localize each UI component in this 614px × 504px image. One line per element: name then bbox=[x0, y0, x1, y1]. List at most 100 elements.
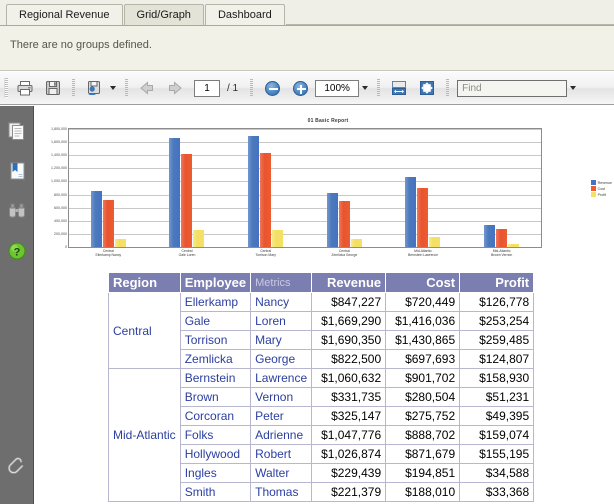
cost-cell[interactable]: $194,851 bbox=[386, 464, 460, 483]
export-button[interactable] bbox=[81, 75, 107, 101]
employee-last-name-cell[interactable]: Corcoran bbox=[180, 407, 250, 426]
employee-last-name-cell[interactable]: Zemlicka bbox=[180, 350, 250, 369]
bookmarks-icon[interactable] bbox=[4, 158, 30, 184]
revenue-cell[interactable]: $1,060,632 bbox=[312, 369, 386, 388]
table-row[interactable]: Mid-AtlanticBernsteinLawrence$1,060,632$… bbox=[109, 369, 534, 388]
profit-cell[interactable]: $253,254 bbox=[460, 312, 534, 331]
column-header-cost[interactable]: Cost bbox=[386, 273, 460, 293]
previous-page-button[interactable] bbox=[134, 75, 160, 101]
employee-first-name-cell[interactable]: Vernon bbox=[251, 388, 312, 407]
revenue-cell[interactable]: $822,500 bbox=[312, 350, 386, 369]
employee-last-name-cell[interactable]: Bernstein bbox=[180, 369, 250, 388]
revenue-cell[interactable]: $1,026,874 bbox=[312, 445, 386, 464]
profit-cell[interactable]: $124,807 bbox=[460, 350, 534, 369]
groups-message-text: There are no groups defined. bbox=[10, 39, 152, 51]
profit-cell[interactable]: $34,588 bbox=[460, 464, 534, 483]
employee-first-name-cell[interactable]: Thomas bbox=[251, 483, 312, 502]
revenue-cell[interactable]: $847,227 bbox=[312, 293, 386, 312]
employee-first-name-cell[interactable]: Peter bbox=[251, 407, 312, 426]
employee-first-name-cell[interactable]: Adrienne bbox=[251, 426, 312, 445]
chart-legend-swatch bbox=[591, 192, 596, 197]
profit-cell[interactable]: $33,368 bbox=[460, 483, 534, 502]
find-dropdown-caret[interactable] bbox=[570, 86, 576, 90]
employee-last-name-cell[interactable]: Torrison bbox=[180, 331, 250, 350]
profit-cell[interactable]: $126,778 bbox=[460, 293, 534, 312]
employee-last-name-cell[interactable]: Gale bbox=[180, 312, 250, 331]
region-cell[interactable]: Central bbox=[109, 293, 181, 369]
zoom-in-button[interactable] bbox=[287, 75, 313, 101]
pages-icon[interactable] bbox=[4, 118, 30, 144]
employee-last-name-cell[interactable]: Folks bbox=[180, 426, 250, 445]
column-header-profit[interactable]: Profit bbox=[460, 273, 534, 293]
cost-cell[interactable]: $188,010 bbox=[386, 483, 460, 502]
binoculars-icon[interactable] bbox=[4, 198, 30, 224]
chart-y-tick-label: 1,800,000 bbox=[51, 127, 67, 131]
zoom-level-input[interactable]: 100% bbox=[315, 80, 359, 97]
employee-last-name-cell[interactable]: Smith bbox=[180, 483, 250, 502]
revenue-cell[interactable]: $1,690,350 bbox=[312, 331, 386, 350]
table-row[interactable]: CentralEllerkampNancy$847,227$720,449$12… bbox=[109, 293, 534, 312]
employee-first-name-cell[interactable]: Robert bbox=[251, 445, 312, 464]
tab-dashboard[interactable]: Dashboard bbox=[205, 4, 285, 25]
column-header-employee[interactable]: Employee bbox=[180, 273, 250, 293]
report-chart: 01 Basic Report 0200,000400,000600,00080… bbox=[42, 118, 614, 270]
cost-cell[interactable]: $871,679 bbox=[386, 445, 460, 464]
chart-bar-cost bbox=[339, 201, 350, 247]
revenue-cell[interactable]: $1,669,290 bbox=[312, 312, 386, 331]
revenue-cell[interactable]: $331,735 bbox=[312, 388, 386, 407]
cost-cell[interactable]: $280,504 bbox=[386, 388, 460, 407]
toolbar-grip[interactable] bbox=[4, 78, 8, 98]
revenue-cell[interactable]: $1,047,776 bbox=[312, 426, 386, 445]
column-header-metrics[interactable]: Metrics bbox=[251, 273, 312, 293]
profit-cell[interactable]: $51,231 bbox=[460, 388, 534, 407]
cost-cell[interactable]: $275,752 bbox=[386, 407, 460, 426]
chart-bar-revenue bbox=[327, 193, 338, 247]
employee-last-name-cell[interactable]: Brown bbox=[180, 388, 250, 407]
attachments-icon[interactable] bbox=[4, 454, 30, 480]
page-number-input[interactable]: 1 bbox=[194, 80, 220, 97]
tab-grid-graph[interactable]: Grid/Graph bbox=[124, 4, 204, 25]
next-page-button[interactable] bbox=[162, 75, 188, 101]
tab-strip: Regional Revenue Grid/Graph Dashboard bbox=[0, 0, 614, 26]
employee-first-name-cell[interactable]: Loren bbox=[251, 312, 312, 331]
zoom-out-button[interactable] bbox=[259, 75, 285, 101]
employee-first-name-cell[interactable]: Nancy bbox=[251, 293, 312, 312]
find-input[interactable]: Find bbox=[457, 80, 567, 97]
cost-cell[interactable]: $720,449 bbox=[386, 293, 460, 312]
toolbar-separator-3 bbox=[250, 79, 253, 97]
help-icon[interactable]: ? bbox=[4, 238, 30, 264]
column-header-region[interactable]: Region bbox=[109, 273, 181, 293]
employee-first-name-cell[interactable]: Mary bbox=[251, 331, 312, 350]
profit-cell[interactable]: $49,395 bbox=[460, 407, 534, 426]
cost-cell[interactable]: $888,702 bbox=[386, 426, 460, 445]
export-dropdown-caret[interactable] bbox=[110, 86, 116, 90]
cost-cell[interactable]: $1,416,036 bbox=[386, 312, 460, 331]
chart-legend-item: Cost bbox=[591, 186, 612, 191]
report-canvas[interactable]: 01 Basic Report 0200,000400,000600,00080… bbox=[34, 106, 614, 504]
tab-regional-revenue[interactable]: Regional Revenue bbox=[6, 4, 123, 25]
region-cell[interactable]: Mid-Atlantic bbox=[109, 369, 181, 502]
profit-cell[interactable]: $158,930 bbox=[460, 369, 534, 388]
revenue-cell[interactable]: $325,147 bbox=[312, 407, 386, 426]
cost-cell[interactable]: $901,702 bbox=[386, 369, 460, 388]
revenue-cell[interactable]: $221,379 bbox=[312, 483, 386, 502]
employee-last-name-cell[interactable]: Ellerkamp bbox=[180, 293, 250, 312]
tab-strip-filler bbox=[286, 4, 614, 25]
print-button[interactable] bbox=[12, 75, 38, 101]
employee-last-name-cell[interactable]: Ingles bbox=[180, 464, 250, 483]
save-button[interactable] bbox=[40, 75, 66, 101]
cost-cell[interactable]: $697,693 bbox=[386, 350, 460, 369]
employee-first-name-cell[interactable]: George bbox=[251, 350, 312, 369]
employee-first-name-cell[interactable]: Lawrence bbox=[251, 369, 312, 388]
fit-page-button[interactable] bbox=[414, 75, 440, 101]
fit-width-button[interactable] bbox=[386, 75, 412, 101]
cost-cell[interactable]: $1,430,865 bbox=[386, 331, 460, 350]
profit-cell[interactable]: $155,195 bbox=[460, 445, 534, 464]
column-header-revenue[interactable]: Revenue bbox=[312, 273, 386, 293]
zoom-dropdown-caret[interactable] bbox=[362, 86, 368, 90]
profit-cell[interactable]: $159,074 bbox=[460, 426, 534, 445]
revenue-cell[interactable]: $229,439 bbox=[312, 464, 386, 483]
employee-first-name-cell[interactable]: Walter bbox=[251, 464, 312, 483]
profit-cell[interactable]: $259,485 bbox=[460, 331, 534, 350]
employee-last-name-cell[interactable]: Hollywood bbox=[180, 445, 250, 464]
